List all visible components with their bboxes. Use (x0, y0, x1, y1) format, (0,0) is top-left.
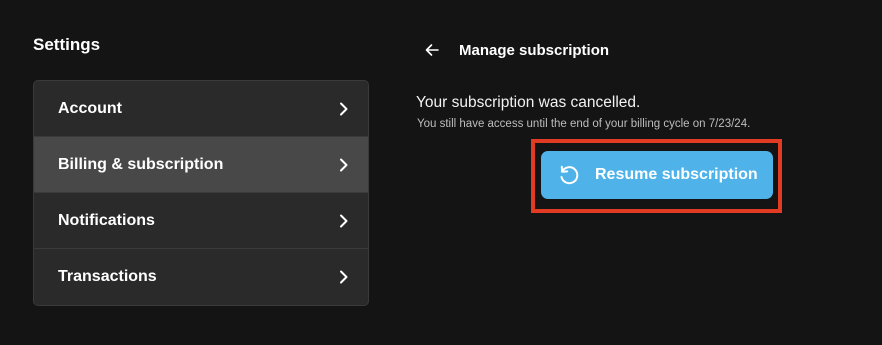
menu-item-label: Billing & subscription (58, 155, 224, 173)
menu-item-notifications[interactable]: Notifications (34, 193, 368, 249)
menu-item-account[interactable]: Account (34, 81, 368, 137)
menu-item-transactions[interactable]: Transactions (34, 249, 368, 305)
chevron-right-icon (339, 214, 349, 228)
status-message: Your subscription was cancelled. (416, 94, 641, 111)
menu-item-label: Notifications (58, 211, 155, 229)
resume-subscription-button[interactable]: Resume subscription (541, 151, 773, 199)
arrow-left-icon[interactable] (424, 42, 440, 58)
panel-header: Manage subscription (424, 40, 609, 60)
menu-item-label: Account (58, 99, 122, 117)
settings-title: Settings (33, 35, 101, 54)
settings-menu: Account Billing & subscription Notificat… (33, 80, 369, 306)
settings-page: Settings Account Billing & subscription … (0, 0, 882, 345)
access-message: You still have access until the end of y… (417, 118, 751, 130)
chevron-right-icon (339, 270, 349, 284)
menu-item-label: Transactions (58, 268, 157, 285)
chevron-right-icon (339, 102, 349, 116)
menu-item-billing[interactable]: Billing & subscription (34, 137, 368, 193)
panel-title: Manage subscription (459, 41, 610, 59)
refresh-icon (557, 163, 581, 187)
resume-button-label: Resume subscription (595, 166, 758, 183)
chevron-right-icon (339, 158, 349, 172)
